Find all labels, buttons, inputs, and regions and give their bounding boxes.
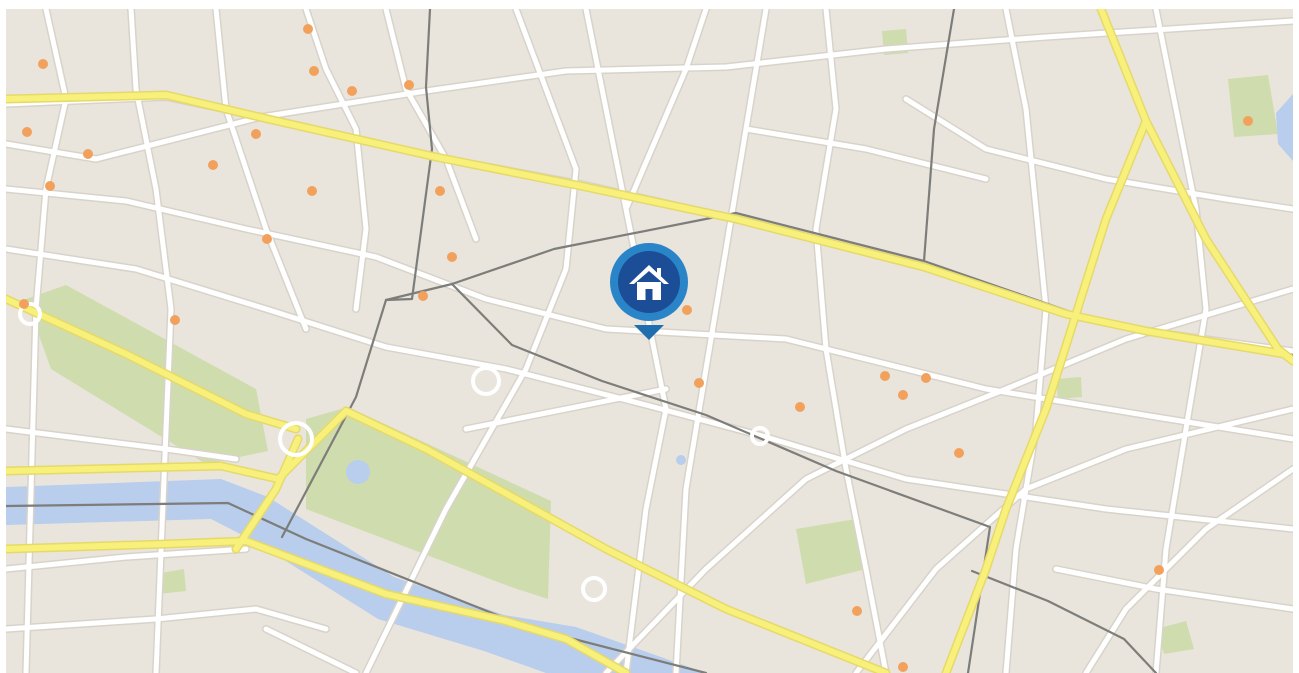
poi-dot-icon-16[interactable]: [19, 299, 29, 309]
map-view[interactable]: [6, 9, 1293, 673]
poi-dot-icon-1[interactable]: [303, 24, 313, 34]
poi-dot-icon-15[interactable]: [418, 291, 428, 301]
poi-dot-icon-20[interactable]: [795, 402, 805, 412]
park-small-2: [1056, 377, 1082, 399]
poi-dot-icon-26[interactable]: [852, 606, 862, 616]
poi-dot-icon-27[interactable]: [898, 662, 908, 672]
poi-dot-icon-18[interactable]: [682, 305, 692, 315]
poi-dot-icon-25[interactable]: [1154, 565, 1164, 575]
poi-dot-icon-13[interactable]: [262, 234, 272, 244]
poi-dot-icon-2[interactable]: [38, 59, 48, 69]
poi-dot-icon-4[interactable]: [347, 86, 357, 96]
poi-dot-icon-14[interactable]: [447, 252, 457, 262]
poi-dot-icon-23[interactable]: [921, 373, 931, 383]
pond-small: [676, 455, 686, 465]
poi-dot-icon-6[interactable]: [22, 127, 32, 137]
pond-tuileries: [346, 460, 370, 484]
poi-dot-icon-8[interactable]: [251, 129, 261, 139]
poi-dot-icon-19[interactable]: [694, 378, 704, 388]
poi-dot-icon-24[interactable]: [954, 448, 964, 458]
poi-dot-icon-28[interactable]: [1243, 116, 1253, 126]
poi-dot-icon-11[interactable]: [307, 186, 317, 196]
poi-dot-icon-7[interactable]: [83, 149, 93, 159]
map-canvas[interactable]: [6, 9, 1293, 673]
poi-dot-icon-10[interactable]: [45, 181, 55, 191]
poi-dot-icon-3[interactable]: [309, 66, 319, 76]
poi-dot-icon-21[interactable]: [880, 371, 890, 381]
poi-dot-icon-12[interactable]: [435, 186, 445, 196]
poi-dot-icon-5[interactable]: [404, 80, 414, 90]
poi-dot-icon-22[interactable]: [898, 390, 908, 400]
poi-dot-icon-17[interactable]: [170, 315, 180, 325]
poi-dot-icon-9[interactable]: [208, 160, 218, 170]
